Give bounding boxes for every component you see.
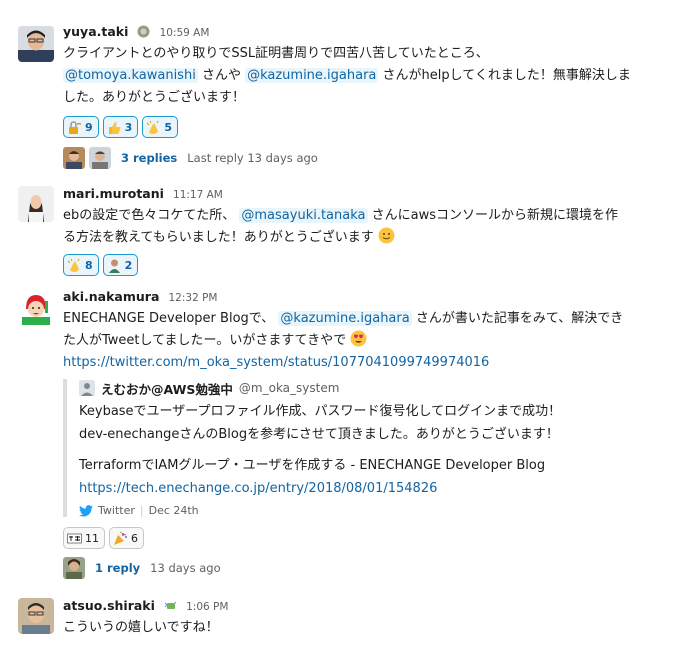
tweet-text: Keybaseでユーザープロファイル作成、パスワード復号化してログインまで成功！… <box>79 400 639 500</box>
thread-replies-link[interactable]: 1 reply <box>95 561 140 575</box>
tweet-footer: Twitter | Dec 24th <box>79 504 639 517</box>
text-fragment: さんがhelpしてくれました！無事解決しま <box>378 68 631 83</box>
thread-summary[interactable]: 3 replies Last reply 13 days ago <box>63 146 318 170</box>
message-text: クライアントとのやり取りでSSL証明書周りで四苦八苦していたところ、 @tomo… <box>63 43 667 109</box>
mention-kazumine-igahara[interactable]: @kazumine.igahara <box>278 311 412 326</box>
tweet-source: Twitter <box>98 504 135 517</box>
thread-replies-link[interactable]: 3 replies <box>121 151 177 165</box>
username[interactable]: yuya.taki <box>63 24 128 39</box>
reaction-lock[interactable]: 9 <box>63 116 99 138</box>
reaction-suteki[interactable]: 11 <box>63 527 105 549</box>
text-line: dev-enechangeさんのBlogを参考にさせて頂きました。ありがとうござ… <box>79 427 559 442</box>
status-emoji-icon <box>137 25 150 38</box>
thread-summary[interactable]: 1 reply 13 days ago <box>63 556 221 580</box>
text-line: こういうの嬉しいですね！ <box>63 620 219 635</box>
reaction-count: 6 <box>131 531 138 545</box>
text-line: Keybaseでユーザープロファイル作成、パスワード復号化してログインまで成功！ <box>79 404 562 419</box>
thread-last-reply: 13 days ago <box>150 561 221 575</box>
text-line: る方法を教えてもらいました！ありがとうございます <box>63 230 374 245</box>
text-line: TerraformでIAMグループ・ユーザを作成する - ENECHANGE D… <box>79 458 546 473</box>
tweet-author-name[interactable]: えむおか@AWS勉強中 <box>101 379 233 398</box>
text-fragment: ebの設定で色々コケてた所、 <box>63 208 240 223</box>
message-text: こういうの嬉しいですね！ <box>63 617 667 639</box>
reaction-count: 5 <box>164 120 172 134</box>
message-text: ENECHANGE Developer Blogで、 @kazumine.iga… <box>63 308 667 374</box>
text-fragment: さんや <box>197 68 246 83</box>
reaction-bar: 9 3 5 <box>63 116 178 138</box>
text-fragment: ENECHANGE Developer Blogで、 <box>63 311 279 326</box>
avatar[interactable] <box>18 289 54 325</box>
mention-tomoya-kawanishi[interactable]: @tomoya.kawanishi <box>63 68 198 83</box>
lock-key-icon <box>69 120 81 134</box>
reaction-bar: 8 2 <box>63 254 139 276</box>
thread-last-reply: Last reply 13 days ago <box>187 151 318 165</box>
reaction-count: 8 <box>85 258 93 272</box>
avatar[interactable] <box>18 26 54 62</box>
blog-link[interactable]: https://tech.enechange.co.jp/entry/2018/… <box>79 481 437 496</box>
author-avatar-icon[interactable] <box>79 380 95 396</box>
text-fragment: さんにawsコンソールから新規に環境を作 <box>367 208 619 223</box>
reaction-count: 2 <box>124 258 133 272</box>
reaction-clap[interactable]: 8 <box>63 254 99 276</box>
reaction-count: 3 <box>124 120 133 134</box>
reaction-count: 11 <box>85 531 99 545</box>
avatar[interactable] <box>18 186 54 222</box>
reaction-thumbs-up[interactable]: 3 <box>102 116 139 138</box>
money-with-wings-icon <box>164 601 177 609</box>
text-line: た人がTweetしてましたー。いがさますてきやで <box>63 333 347 348</box>
text-line: クライアントとのやり取りでSSL証明書周りで四苦八苦していたところ、 <box>63 46 489 61</box>
thread-avatar[interactable] <box>89 147 111 169</box>
clap-icon <box>146 120 159 134</box>
separator: | <box>139 504 144 517</box>
text-line: した。ありがとうございます！ <box>63 90 246 105</box>
mention-kazumine-igahara[interactable]: @kazumine.igahara <box>245 68 379 83</box>
tweet-url-link[interactable]: https://twitter.com/m_oka_system/status/… <box>63 355 489 370</box>
tweet-author-handle[interactable]: @m_oka_system <box>239 381 340 395</box>
thread-avatar[interactable] <box>63 147 85 169</box>
text-fragment: さんが書いた記事をみて、解決でき <box>411 311 624 326</box>
username[interactable]: aki.nakamura <box>63 289 159 304</box>
reaction-count: 9 <box>85 120 93 134</box>
thumbs-up-icon <box>108 121 121 134</box>
clap-icon <box>67 258 80 272</box>
heart-eyes-face-icon <box>350 330 367 347</box>
person-icon <box>108 259 120 273</box>
reaction-person[interactable]: 2 <box>102 254 139 276</box>
party-popper-icon <box>114 531 127 545</box>
timestamp[interactable]: 11:17 AM <box>173 189 223 201</box>
reaction-bar: 11 6 <box>63 527 144 549</box>
thread-avatar[interactable] <box>63 557 85 579</box>
suteki-icon <box>67 533 82 543</box>
timestamp[interactable]: 12:32 PM <box>168 292 217 304</box>
avatar[interactable] <box>18 598 54 634</box>
mention-masayuki-tanaka[interactable]: @masayuki.tanaka <box>239 208 368 223</box>
timestamp[interactable]: 1:06 PM <box>186 601 228 613</box>
slightly-smiling-face-icon <box>378 227 395 244</box>
tweet-date[interactable]: Dec 24th <box>149 504 199 517</box>
reaction-party-popper[interactable]: 6 <box>109 527 144 549</box>
reaction-clap[interactable]: 5 <box>142 116 178 138</box>
username[interactable]: mari.murotani <box>63 186 164 201</box>
message-text: ebの設定で色々コケてた所、 @masayuki.tanaka さんにawsコン… <box>63 205 667 249</box>
timestamp[interactable]: 10:59 AM <box>160 27 210 39</box>
username[interactable]: atsuo.shiraki <box>63 598 155 613</box>
twitter-bird-icon <box>79 504 93 517</box>
tweet-attachment: えむおか@AWS勉強中 @m_oka_system Keybaseでユーザープロ… <box>63 379 639 517</box>
